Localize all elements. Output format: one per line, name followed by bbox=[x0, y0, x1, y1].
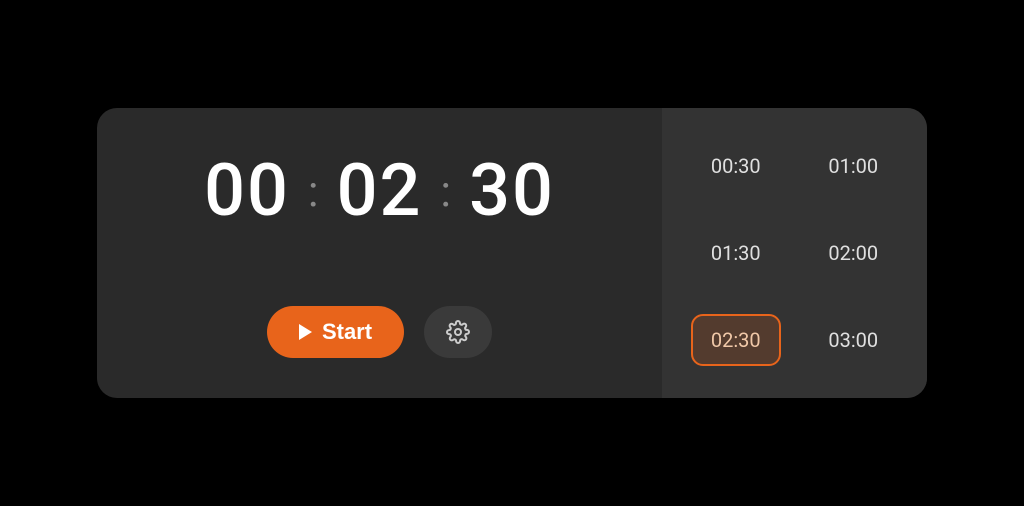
presets-panel: 00:30 01:00 01:30 02:00 02:30 03:00 bbox=[662, 108, 927, 398]
preset-02-00[interactable]: 02:00 bbox=[808, 227, 898, 279]
preset-03-00[interactable]: 03:00 bbox=[808, 314, 898, 366]
preset-00-30[interactable]: 00:30 bbox=[691, 140, 781, 192]
preset-01-30[interactable]: 01:30 bbox=[691, 227, 781, 279]
time-display: 00 : 02 : 30 bbox=[127, 148, 632, 233]
timer-card: 00 : 02 : 30 Start 00:3001:0001:3002:000… bbox=[97, 108, 927, 398]
timer-main: 00 : 02 : 30 Start bbox=[97, 108, 662, 398]
time-separator: : bbox=[440, 165, 451, 217]
preset-02-30[interactable]: 02:30 bbox=[691, 314, 781, 366]
time-separator: : bbox=[308, 165, 319, 217]
time-hours[interactable]: 00 bbox=[204, 148, 290, 233]
time-minutes[interactable]: 02 bbox=[337, 148, 423, 233]
preset-01-00[interactable]: 01:00 bbox=[808, 140, 898, 192]
settings-button[interactable] bbox=[424, 306, 492, 358]
controls-row: Start bbox=[127, 306, 632, 358]
play-icon bbox=[299, 324, 312, 340]
start-button[interactable]: Start bbox=[267, 306, 404, 358]
time-seconds[interactable]: 30 bbox=[469, 148, 555, 233]
start-button-label: Start bbox=[322, 319, 372, 345]
gear-icon bbox=[446, 320, 470, 344]
